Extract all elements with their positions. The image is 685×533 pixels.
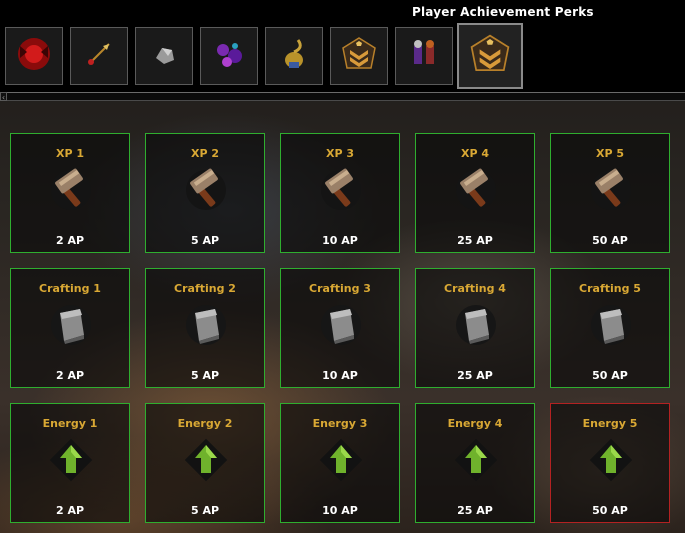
scroll-left-arrow-icon[interactable]: ‹: [0, 92, 7, 102]
metal-plate-icon: [317, 301, 365, 349]
perk-cost: 50 AP: [592, 504, 628, 517]
hammer-icon: [587, 166, 635, 214]
divider-bar: [6, 92, 685, 101]
perk-cost: 5 AP: [190, 369, 220, 382]
rank-chevron-icon: [467, 31, 513, 81]
perk-card-energy-5[interactable]: Energy 5 50 AP: [550, 403, 670, 523]
perk-card-xp-4[interactable]: XP 4 25 AP: [415, 133, 535, 253]
perk-card-crafting-2[interactable]: Crafting 2 5 AP: [145, 268, 265, 388]
tab-2[interactable]: [70, 27, 128, 85]
hammer-icon: [317, 166, 365, 214]
perk-cost: 50 AP: [592, 234, 628, 247]
perk-title: Energy 3: [312, 417, 368, 430]
perk-cost: 25 AP: [457, 504, 493, 517]
metal-plate-icon: [587, 301, 635, 349]
perk-title: Energy 2: [177, 417, 233, 430]
green-up-arrow-icon: [452, 436, 500, 484]
perk-title: Crafting 2: [174, 282, 236, 295]
green-up-arrow-icon: [182, 436, 230, 484]
perk-cost: 10 AP: [322, 369, 358, 382]
tab-5[interactable]: [265, 27, 323, 85]
tab-6[interactable]: [330, 27, 388, 85]
perk-cost: 2 AP: [55, 369, 85, 382]
perk-card-xp-3[interactable]: XP 3 10 AP: [280, 133, 400, 253]
perk-cost: 25 AP: [457, 234, 493, 247]
perk-card-energy-3[interactable]: Energy 3 10 AP: [280, 403, 400, 523]
perk-cost: 50 AP: [592, 369, 628, 382]
tab-8[interactable]: [457, 23, 523, 89]
tab-3[interactable]: [135, 27, 193, 85]
perk-card-crafting-1[interactable]: Crafting 1 2 AP: [10, 268, 130, 388]
perk-card-crafting-5[interactable]: Crafting 5 50 AP: [550, 268, 670, 388]
perk-title: Crafting 4: [444, 282, 506, 295]
tab-7[interactable]: [395, 27, 453, 85]
perk-cost: 10 AP: [322, 234, 358, 247]
perk-title: XP 1: [55, 147, 85, 160]
tab-1[interactable]: [5, 27, 63, 85]
perk-cost: 2 AP: [55, 234, 85, 247]
perk-title: Energy 5: [582, 417, 638, 430]
perk-cost: 5 AP: [190, 504, 220, 517]
window-title: Player Achievement Perks: [412, 5, 594, 19]
green-up-arrow-icon: [317, 436, 365, 484]
perk-card-crafting-3[interactable]: Crafting 3 10 AP: [280, 268, 400, 388]
perk-card-energy-4[interactable]: Energy 4 25 AP: [415, 403, 535, 523]
hammer-icon: [47, 166, 95, 214]
green-up-arrow-icon: [587, 436, 635, 484]
perk-title: XP 4: [460, 147, 490, 160]
golden-scorpion-icon: [274, 34, 314, 78]
perk-card-xp-1[interactable]: XP 1 2 AP: [10, 133, 130, 253]
hammer-icon: [182, 166, 230, 214]
perk-cost: 10 AP: [322, 504, 358, 517]
perk-card-energy-2[interactable]: Energy 2 5 AP: [145, 403, 265, 523]
perk-title: XP 2: [190, 147, 220, 160]
perk-card-xp-5[interactable]: XP 5 50 AP: [550, 133, 670, 253]
hammer-icon: [452, 166, 500, 214]
perk-title: Crafting 1: [39, 282, 101, 295]
perk-title: Crafting 3: [309, 282, 371, 295]
ore-rock-icon: [144, 34, 184, 78]
perk-card-energy-1[interactable]: Energy 1 2 AP: [10, 403, 130, 523]
perk-card-xp-2[interactable]: XP 2 5 AP: [145, 133, 265, 253]
perk-card-crafting-4[interactable]: Crafting 4 25 AP: [415, 268, 535, 388]
metal-plate-icon: [47, 301, 95, 349]
arrow-icon: [79, 34, 119, 78]
perk-title: XP 3: [325, 147, 355, 160]
perk-title: Energy 4: [447, 417, 503, 430]
metal-plate-icon: [182, 301, 230, 349]
perk-cost: 25 AP: [457, 369, 493, 382]
green-up-arrow-icon: [47, 436, 95, 484]
armored-warriors-icon: [404, 34, 444, 78]
perk-title: Crafting 5: [579, 282, 641, 295]
tab-4[interactable]: [200, 27, 258, 85]
perk-title: Energy 1: [42, 417, 98, 430]
rank-chevron-icon: [339, 34, 379, 78]
perk-cost: 5 AP: [190, 234, 220, 247]
purple-creatures-icon: [209, 34, 249, 78]
metal-plate-icon: [452, 301, 500, 349]
perk-cost: 2 AP: [55, 504, 85, 517]
perk-title: XP 5: [595, 147, 625, 160]
red-creature-icon: [14, 34, 54, 78]
